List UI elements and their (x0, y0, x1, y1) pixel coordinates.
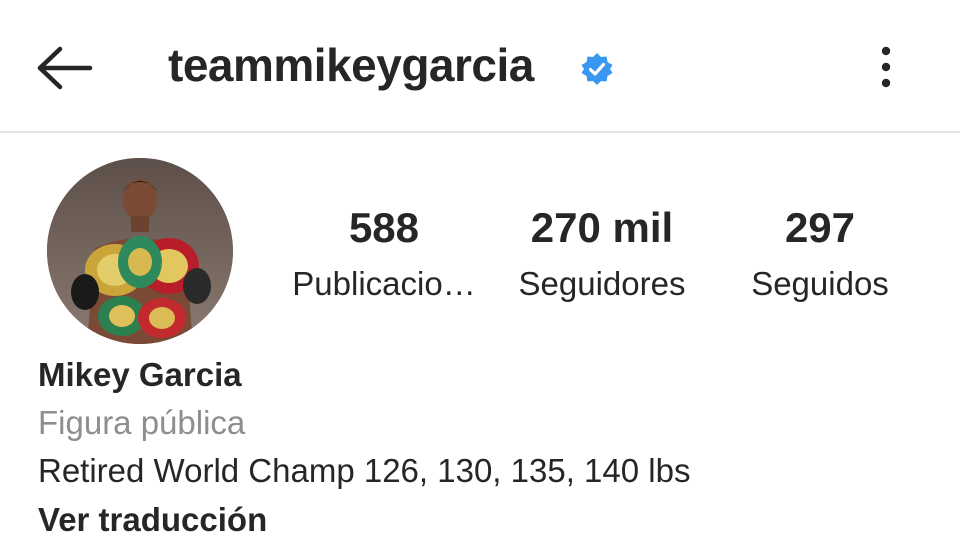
stat-followers[interactable]: 270 mil Seguidores (506, 200, 698, 308)
profile-category: Figura pública (38, 404, 246, 441)
see-translation-link[interactable]: Ver traducción (38, 494, 690, 546)
stat-following[interactable]: 297 Seguidos (742, 200, 898, 308)
profile-username: teammikeygarcia (168, 39, 534, 91)
posts-count: 588 (348, 204, 420, 251)
profile-bio-text: Retired World Champ 126, 130, 135, 140 l… (38, 452, 691, 489)
verified-badge-icon (581, 53, 613, 85)
header-divider (0, 131, 960, 133)
verified-badge (580, 52, 614, 86)
following-label: Seguidos (751, 265, 889, 302)
more-options-button[interactable] (868, 42, 904, 94)
more-vertical-icon (881, 46, 891, 88)
following-count: 297 (784, 204, 856, 251)
posts-label: Publicacio… (292, 265, 476, 302)
profile-display-name: Mikey Garcia (38, 356, 242, 393)
back-button[interactable] (34, 44, 96, 92)
followers-count: 270 mil (530, 204, 674, 251)
followers-label: Seguidores (518, 265, 686, 302)
stat-posts[interactable]: 588 Publicacio… (288, 200, 480, 308)
profile-avatar[interactable] (47, 158, 233, 344)
top-bar: teammikeygarcia (0, 0, 960, 133)
avatar-photo (47, 158, 233, 344)
profile-bio: Mikey Garcia Figura pública Retired Worl… (38, 352, 690, 546)
arrow-left-icon (37, 46, 93, 90)
